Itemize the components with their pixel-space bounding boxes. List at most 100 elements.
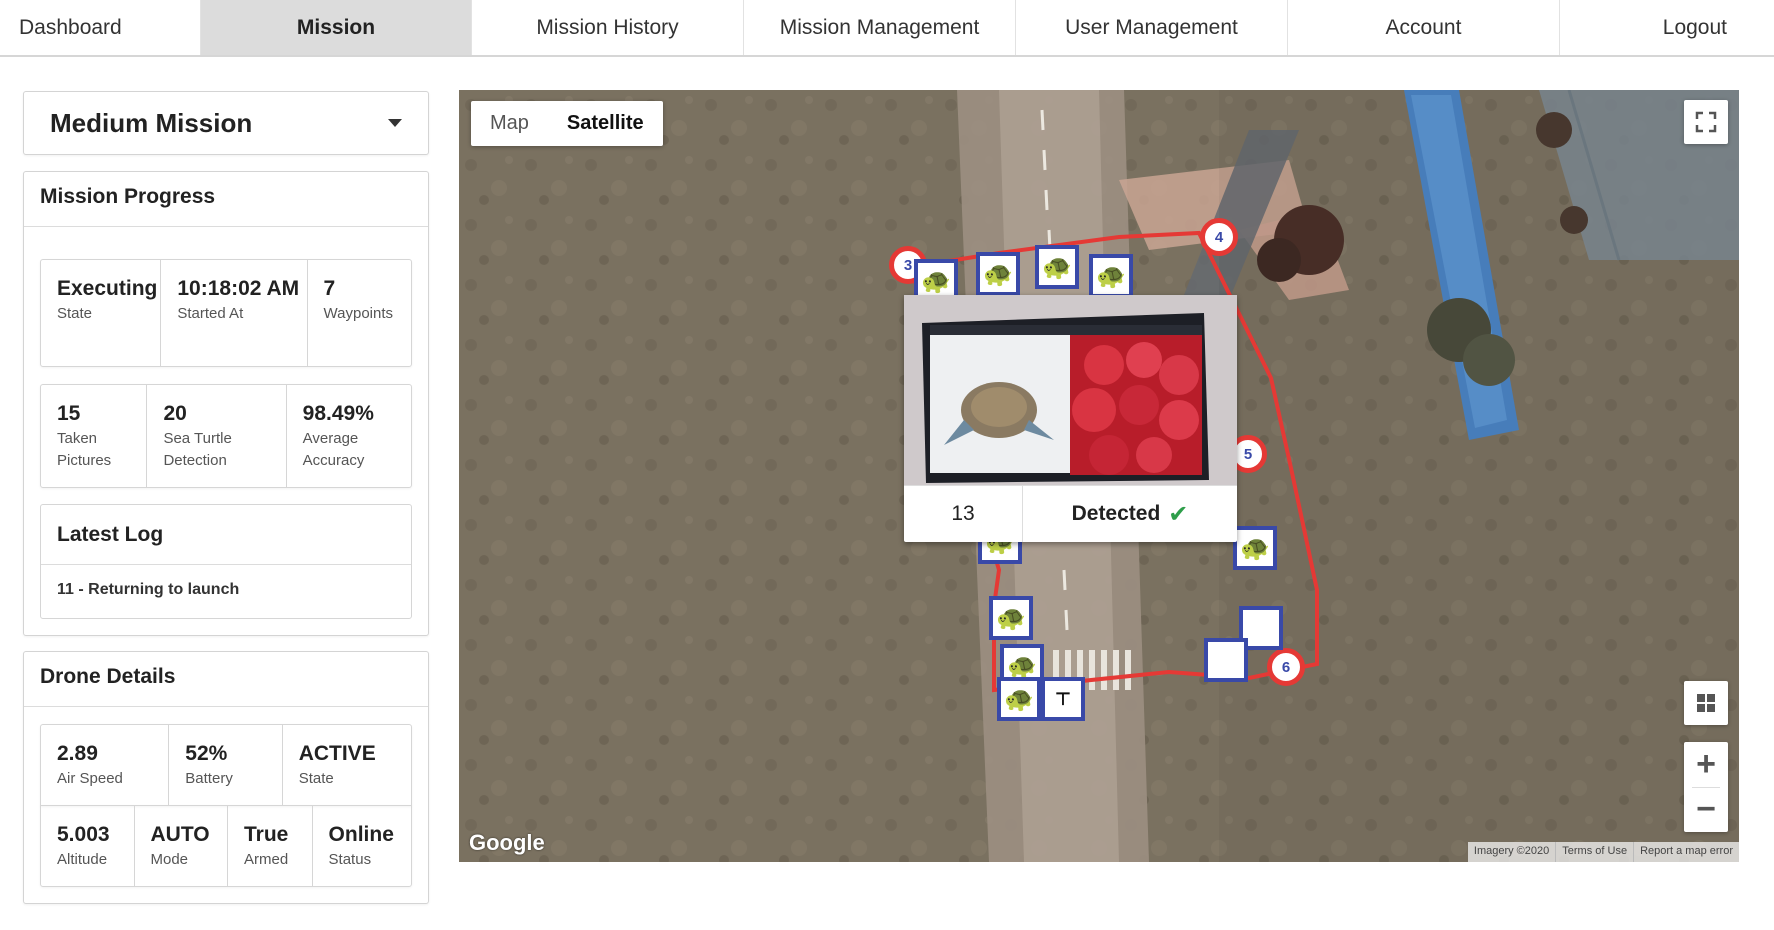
- status-value: Online: [328, 823, 394, 846]
- detection-popup[interactable]: 13 Detected ✔: [904, 295, 1237, 542]
- waypoint-marker[interactable]: 6: [1267, 648, 1305, 686]
- detection-status: Detected ✔: [1023, 486, 1237, 542]
- progress-row-2: 15 Taken Pictures 20 Sea Turtle Detectio…: [40, 384, 412, 488]
- google-logo: Google: [469, 830, 545, 855]
- waypoints-label: Waypoints: [323, 305, 394, 322]
- average-accuracy-value: 98.49%: [302, 402, 374, 425]
- sea-turtle-detection-label: Sea Turtle Detection: [163, 430, 232, 469]
- detection-number: 13: [904, 486, 1023, 542]
- turtle-detection-marker[interactable]: 🐢: [1035, 245, 1079, 289]
- mode-label: Mode: [150, 851, 189, 868]
- turtle-detection-marker[interactable]: 🐢: [976, 252, 1020, 296]
- image-marker[interactable]: [1204, 638, 1248, 682]
- air-speed-label: Air Speed: [57, 770, 123, 787]
- zoom-divider: [1692, 787, 1720, 788]
- state-cell: Executing State: [41, 260, 162, 366]
- tab-satellite[interactable]: Satellite: [548, 101, 663, 146]
- turtle-icon: 🐢: [1240, 534, 1270, 562]
- map-type-control: Map Satellite: [471, 101, 663, 146]
- waypoints-value: 7: [323, 277, 336, 300]
- drone-icon: ⊤: [1054, 688, 1072, 709]
- turtle-icon: 🐢: [1042, 253, 1072, 281]
- taken-pictures-cell: 15 Taken Pictures: [41, 385, 148, 487]
- fullscreen-icon: [1695, 111, 1717, 133]
- nav-account[interactable]: Account: [1288, 0, 1560, 55]
- armed-cell: True Armed: [228, 806, 313, 886]
- nav-mission-history[interactable]: Mission History: [472, 0, 744, 55]
- drone-state-cell: ACTIVE State: [283, 725, 411, 805]
- zoom-control: + −: [1684, 742, 1728, 832]
- fullscreen-button[interactable]: [1684, 100, 1728, 144]
- altitude-value: 5.003: [57, 823, 110, 846]
- waypoints-cell: 7 Waypoints: [308, 260, 411, 366]
- progress-row-1: Executing State 10:18:02 AM Started At 7…: [40, 259, 412, 367]
- grid-icon: [1697, 694, 1715, 712]
- imagery-credit: Imagery ©2020: [1468, 842, 1557, 862]
- altitude-label: Altitude: [57, 851, 108, 868]
- nav-logout[interactable]: Logout: [1560, 0, 1774, 55]
- detection-photo: [904, 295, 1237, 485]
- turtle-icon: 🐢: [1004, 685, 1034, 713]
- drone-state-value: ACTIVE: [298, 742, 376, 765]
- chevron-down-icon: [388, 119, 402, 127]
- layers-button[interactable]: [1684, 681, 1728, 725]
- started-at-value: 10:18:02 AM: [177, 277, 300, 300]
- turtle-detection-marker[interactable]: 🐢: [1089, 254, 1133, 298]
- tab-map[interactable]: Map: [471, 101, 548, 146]
- drone-details-panel: Drone Details 2.89 Air Speed 52% Battery…: [23, 651, 429, 904]
- taken-pictures-label: Taken Pictures: [57, 430, 112, 469]
- report-map-error-link[interactable]: Report a map error: [1634, 842, 1739, 862]
- drone-row-1: 2.89 Air Speed 52% Battery ACTIVE State: [40, 724, 412, 806]
- zoom-out-button[interactable]: −: [1684, 787, 1728, 832]
- air-speed-cell: 2.89 Air Speed: [41, 725, 170, 805]
- mode-value: AUTO: [150, 823, 210, 846]
- mode-cell: AUTO Mode: [135, 806, 228, 886]
- started-at-cell: 10:18:02 AM Started At: [161, 260, 308, 366]
- turtle-detection-marker[interactable]: 🐢: [1233, 526, 1277, 570]
- turtle-detection-marker[interactable]: 🐢: [989, 596, 1033, 640]
- taken-pictures-value: 15: [57, 402, 81, 425]
- nav-user-management[interactable]: User Management: [1016, 0, 1288, 55]
- top-nav: Dashboard Mission Mission History Missio…: [0, 0, 1774, 57]
- mission-select[interactable]: Medium Mission: [23, 91, 429, 155]
- detection-popup-footer: 13 Detected ✔: [904, 485, 1237, 542]
- armed-label: Armed: [244, 851, 289, 868]
- status-label: Status: [328, 851, 372, 868]
- average-accuracy-cell: 98.49% Average Accuracy: [287, 385, 411, 487]
- turtle-icon: 🐢: [1096, 262, 1126, 290]
- drone-state-label: State: [298, 770, 334, 787]
- average-accuracy-label: Average Accuracy: [302, 430, 365, 469]
- latest-log: Latest Log 11 - Returning to launch: [40, 504, 412, 619]
- detection-status-text: Detected: [1071, 502, 1161, 525]
- status-cell: Online Status: [313, 806, 411, 886]
- mission-select-value: Medium Mission: [50, 107, 253, 138]
- state-value: Executing: [57, 277, 158, 300]
- nav-mission[interactable]: Mission: [201, 0, 472, 55]
- sea-turtle-detection-value: 20: [163, 402, 187, 425]
- drone-row-2: 5.003 Altitude AUTO Mode True Armed Onli…: [40, 805, 412, 887]
- drone-marker[interactable]: ⊤: [1041, 677, 1085, 721]
- nav-dashboard[interactable]: Dashboard: [0, 0, 201, 55]
- satellite-map[interactable]: 3 4 5 6 🐢 🐢 🐢 🐢 🐢 🐢 🐢 🐢 ⊤ 🐢 13 Detected …: [459, 90, 1739, 862]
- zoom-in-button[interactable]: +: [1684, 742, 1728, 787]
- state-label: State: [57, 305, 93, 322]
- terms-of-use-link[interactable]: Terms of Use: [1556, 842, 1635, 862]
- map-attribution: Imagery ©2020 Terms of Use Report a map …: [1467, 842, 1739, 862]
- battery-label: Battery: [185, 770, 233, 787]
- sea-turtle-detection-cell: 20 Sea Turtle Detection: [147, 385, 287, 487]
- nav-mission-management[interactable]: Mission Management: [744, 0, 1016, 55]
- armed-value: True: [244, 823, 289, 846]
- altitude-cell: 5.003 Altitude: [41, 806, 135, 886]
- latest-log-text: 11 - Returning to launch: [57, 581, 240, 598]
- turtle-icon: 🐢: [921, 267, 951, 295]
- air-speed-value: 2.89: [57, 742, 98, 765]
- turtle-icon: 🐢: [996, 604, 1026, 632]
- check-icon: ✔: [1168, 500, 1189, 528]
- turtle-icon: 🐢: [983, 260, 1013, 288]
- latest-log-title: Latest Log: [41, 505, 411, 565]
- drone-details-title: Drone Details: [24, 652, 428, 707]
- waypoint-marker[interactable]: 4: [1200, 218, 1238, 256]
- battery-value: 52%: [185, 742, 228, 765]
- turtle-detection-marker[interactable]: 🐢: [997, 677, 1041, 721]
- mission-progress-panel: Mission Progress Executing State 10:18:0…: [23, 171, 429, 636]
